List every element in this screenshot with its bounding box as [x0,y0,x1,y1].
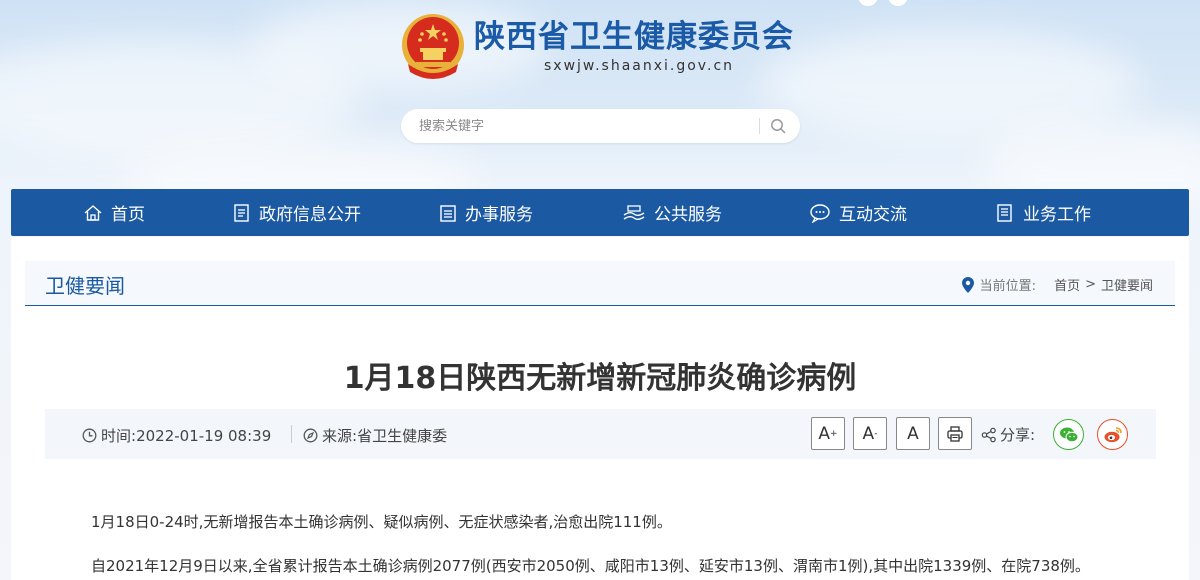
share-label-group: 分享: [981,424,1035,445]
article-source: 来源: 省卫生健康委 [303,425,447,446]
nav-item-services[interactable]: 办事服务 [439,189,533,236]
chat-icon [810,203,830,223]
article-paragraph: 自2021年12月9日以来,全省累计报告本土确诊病例2077例(西安市2050例… [91,557,1090,575]
breadcrumb-label: 当前位置: [979,279,1037,294]
nav-item-gov-info[interactable]: 政府信息公开 [233,189,361,236]
wechat-icon [1059,427,1078,442]
print-button[interactable] [938,417,972,450]
clock-icon [82,428,97,443]
home-icon [84,204,102,221]
font-size-default-button[interactable]: A [896,417,930,450]
meta-divider [291,425,292,443]
national-emblem-icon [402,14,464,79]
site-brand[interactable]: 陕西省卫生健康委员会 sxwjw.shaanxi.gov.cn [398,12,794,82]
font-size-medium-button[interactable]: A- [853,417,887,450]
weibo-icon [1104,426,1122,442]
font-size-large-button[interactable]: A + [811,417,845,450]
compass-icon [303,428,318,443]
nav-label: 首页 [111,205,145,225]
search-box [401,109,800,143]
site-title: 陕西省卫生健康委员会 [474,19,794,55]
nav-item-public-services[interactable]: 公共服务 [622,189,722,236]
nav-label: 办事服务 [465,205,533,225]
search-icon [771,119,786,134]
breadcrumb-separator: > [1085,277,1096,292]
search-divider [759,118,760,134]
breadcrumb: 当前位置: 首页 > 卫健要闻 [961,275,1153,294]
book-icon [997,203,1012,222]
share-icon [981,427,996,442]
breadcrumb-current-link[interactable]: 卫健要闻 [1101,275,1153,294]
clipboard-icon [440,204,456,222]
share-wechat-button[interactable] [1053,419,1084,450]
article-paragraph: 1月18日0-24时,无新增报告本土确诊病例、疑似病例、无症状感染者,治愈出院1… [91,513,672,531]
share-weibo-button[interactable] [1097,419,1128,450]
nav-item-interaction[interactable]: 互动交流 [809,189,907,236]
content-panel: 卫健要闻 当前位置: 首页 > 卫健要闻 1月18日陕西无新增新冠肺炎确诊病例 … [11,237,1189,580]
main-nav: 首页 政府信息公开 办事服务 公共服务 互动交流 业务工作 [11,189,1189,236]
article-title: 1月18日陕西无新增新冠肺炎确诊病例 [343,361,857,396]
top-decoration [858,0,908,6]
source-label: 来源: [322,427,358,445]
nav-label: 政府信息公开 [259,205,361,225]
nav-label: 公共服务 [654,205,722,225]
nav-label: 业务工作 [1023,205,1091,225]
source-value: 省卫生健康委 [357,427,448,445]
section-header: 卫健要闻 当前位置: 首页 > 卫健要闻 [25,261,1175,306]
location-pin-icon [961,276,974,293]
nav-item-business[interactable]: 业务工作 [995,189,1091,236]
printer-icon [947,425,963,442]
nav-label: 互动交流 [839,205,907,225]
article-meta-bar: 时间: 2022-01-19 08:39 来源: 省卫生健康委 A + A- A … [45,409,1156,459]
nav-item-home[interactable]: 首页 [83,189,145,236]
breadcrumb-home-link[interactable]: 首页 [1054,275,1080,294]
document-icon [234,203,249,222]
time-value: 2022-01-19 08:39 [136,426,272,445]
time-label: 时间: [101,427,137,445]
search-button[interactable] [768,116,788,136]
search-input[interactable] [419,118,759,134]
hands-icon [623,204,645,220]
site-url: sxwjw.shaanxi.gov.cn [544,58,735,74]
article-time: 时间: 2022-01-19 08:39 [82,425,271,446]
section-title: 卫健要闻 [45,274,125,298]
share-label: 分享: [1000,426,1036,444]
